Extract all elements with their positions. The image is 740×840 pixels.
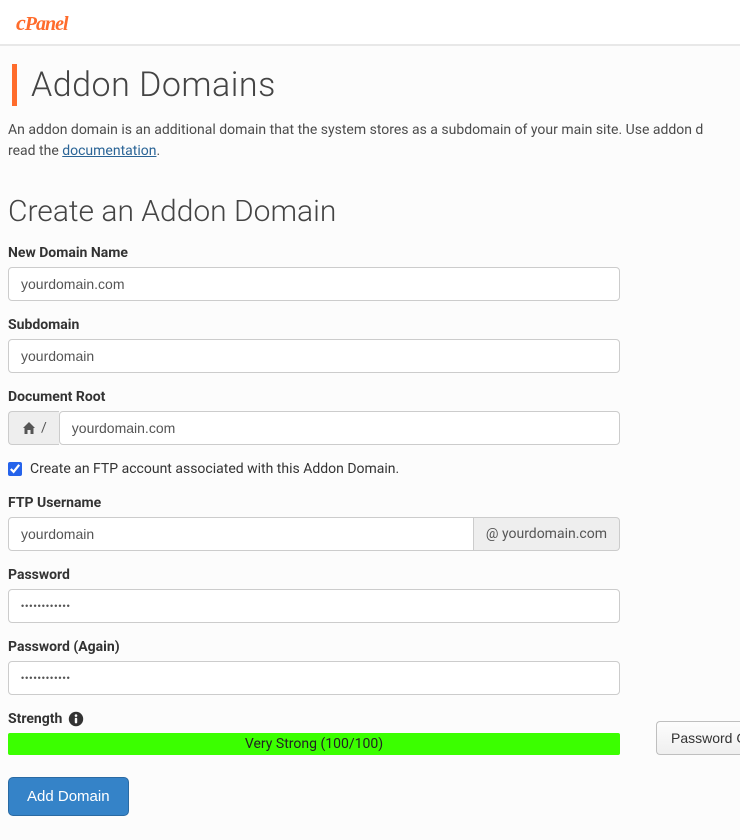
title-accent-bar — [12, 64, 17, 106]
subdomain-label: Subdomain — [8, 317, 620, 333]
description-text-1: An addon domain is an additional domain … — [8, 122, 703, 138]
section-heading: Create an Addon Domain — [8, 194, 732, 229]
add-domain-button[interactable]: Add Domain — [8, 777, 129, 816]
docroot-group: Document Root / — [8, 389, 620, 445]
info-icon — [68, 711, 84, 727]
new-domain-label: New Domain Name — [8, 245, 620, 261]
page-description: An addon domain is an additional domain … — [8, 120, 732, 162]
password2-label: Password (Again) — [8, 639, 620, 655]
main-panel: Addon Domains An addon domain is an addi… — [0, 44, 740, 840]
subdomain-group: Subdomain — [8, 317, 620, 373]
strength-label: Strength — [8, 711, 62, 727]
strength-bar: Very Strong (100/100) — [8, 733, 620, 755]
ftp-username-suffix: @ yourdomain.com — [474, 517, 620, 551]
subdomain-input[interactable] — [8, 339, 620, 373]
password-generator-button[interactable]: Password Ge — [656, 721, 740, 755]
password-group: Password — [8, 567, 620, 623]
strength-text: Very Strong (100/100) — [245, 736, 383, 752]
strength-container: Strength Very Strong (100/100) — [8, 711, 620, 755]
page-title: Addon Domains — [31, 65, 276, 105]
password2-group: Password (Again) — [8, 639, 620, 695]
ftp-username-label: FTP Username — [8, 495, 620, 511]
ftp-checkbox-label: Create an FTP account associated with th… — [30, 461, 399, 477]
page-title-container: Addon Domains — [12, 64, 732, 106]
password2-input[interactable] — [8, 661, 620, 695]
ftp-username-group: FTP Username @ yourdomain.com — [8, 495, 620, 551]
docroot-input[interactable] — [59, 411, 620, 445]
description-text-2: read the — [8, 143, 62, 159]
ftp-checkbox[interactable] — [8, 462, 22, 476]
home-icon — [21, 421, 37, 435]
new-domain-input[interactable] — [8, 267, 620, 301]
docroot-label: Document Root — [8, 389, 620, 405]
cpanel-logo: cPanel — [16, 10, 724, 36]
docroot-prefix-addon: / — [8, 411, 59, 445]
description-trail: . — [156, 143, 160, 159]
password-label: Password — [8, 567, 620, 583]
ftp-checkbox-row: Create an FTP account associated with th… — [8, 461, 732, 477]
new-domain-group: New Domain Name — [8, 245, 620, 301]
strength-row: Strength Very Strong (100/100) Password … — [8, 711, 732, 755]
ftp-username-input[interactable] — [8, 517, 474, 551]
docroot-prefix-sep: / — [41, 420, 47, 436]
topbar: cPanel — [0, 0, 740, 44]
documentation-link[interactable]: documentation — [62, 143, 156, 159]
password-input[interactable] — [8, 589, 620, 623]
